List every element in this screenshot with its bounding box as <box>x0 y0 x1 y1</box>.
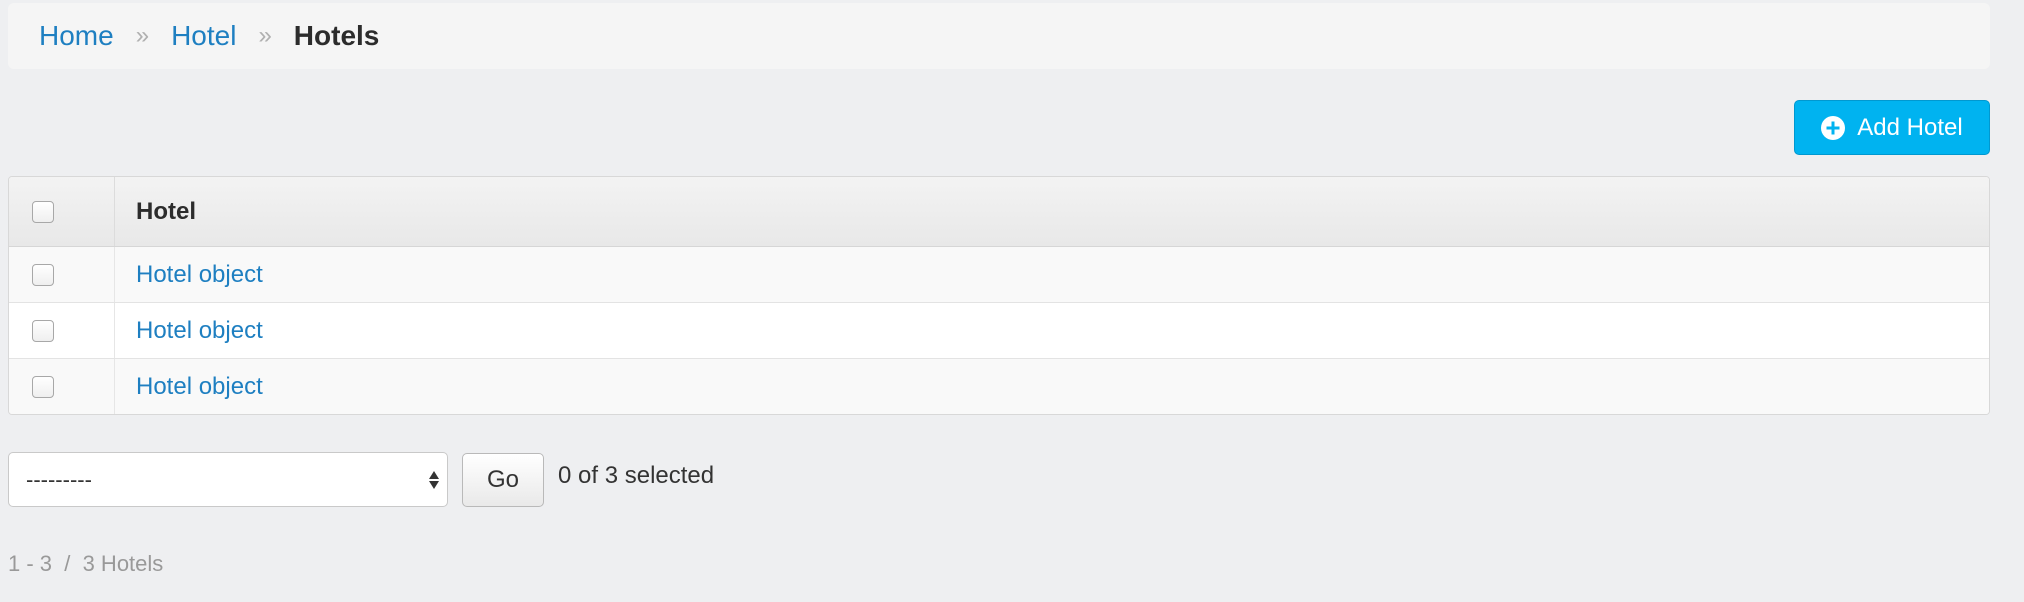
table-header: Hotel <box>9 177 1989 247</box>
row-checkbox-cell <box>9 359 115 414</box>
row-checkbox[interactable] <box>32 263 54 286</box>
go-button[interactable]: Go <box>462 453 544 507</box>
row-checkbox-cell <box>9 247 115 302</box>
breadcrumb-separator: » <box>258 22 272 49</box>
table-row: Hotel object <box>9 247 1989 303</box>
breadcrumb: Home » Hotel » Hotels <box>8 3 1990 69</box>
select-arrows-icon <box>429 470 439 489</box>
breadcrumb-current: Hotels <box>293 20 380 51</box>
select-all-checkbox[interactable] <box>32 200 54 223</box>
select-all-cell <box>9 177 115 246</box>
row-checkbox[interactable] <box>32 319 54 342</box>
hotel-object-link[interactable]: Hotel object <box>136 373 263 400</box>
breadcrumb-separator: » <box>135 22 150 49</box>
breadcrumb-home-link[interactable]: Home <box>39 20 114 52</box>
plus-circle-icon <box>1821 115 1846 140</box>
hotel-object-link[interactable]: Hotel object <box>136 317 263 344</box>
column-header-hotel[interactable]: Hotel <box>115 198 196 226</box>
add-hotel-label: Add Hotel <box>1857 113 1963 141</box>
hotel-object-link[interactable]: Hotel object <box>136 261 263 288</box>
table-row: Hotel object <box>9 303 1989 359</box>
action-select[interactable]: --------- <box>8 452 448 507</box>
add-hotel-button[interactable]: Add Hotel <box>1794 100 1990 155</box>
table-row: Hotel object <box>9 359 1989 414</box>
row-checkbox-cell <box>9 303 115 358</box>
action-select-value: --------- <box>26 466 92 492</box>
breadcrumb-hotel-link[interactable]: Hotel <box>171 20 236 52</box>
row-checkbox[interactable] <box>32 376 54 398</box>
paginator: 1 - 3 / 3 Hotels <box>8 551 164 576</box>
results-table: Hotel Hotel object Hotel object Hotel ob… <box>8 176 1990 415</box>
selected-count: 0 of 3 selected <box>558 462 715 489</box>
